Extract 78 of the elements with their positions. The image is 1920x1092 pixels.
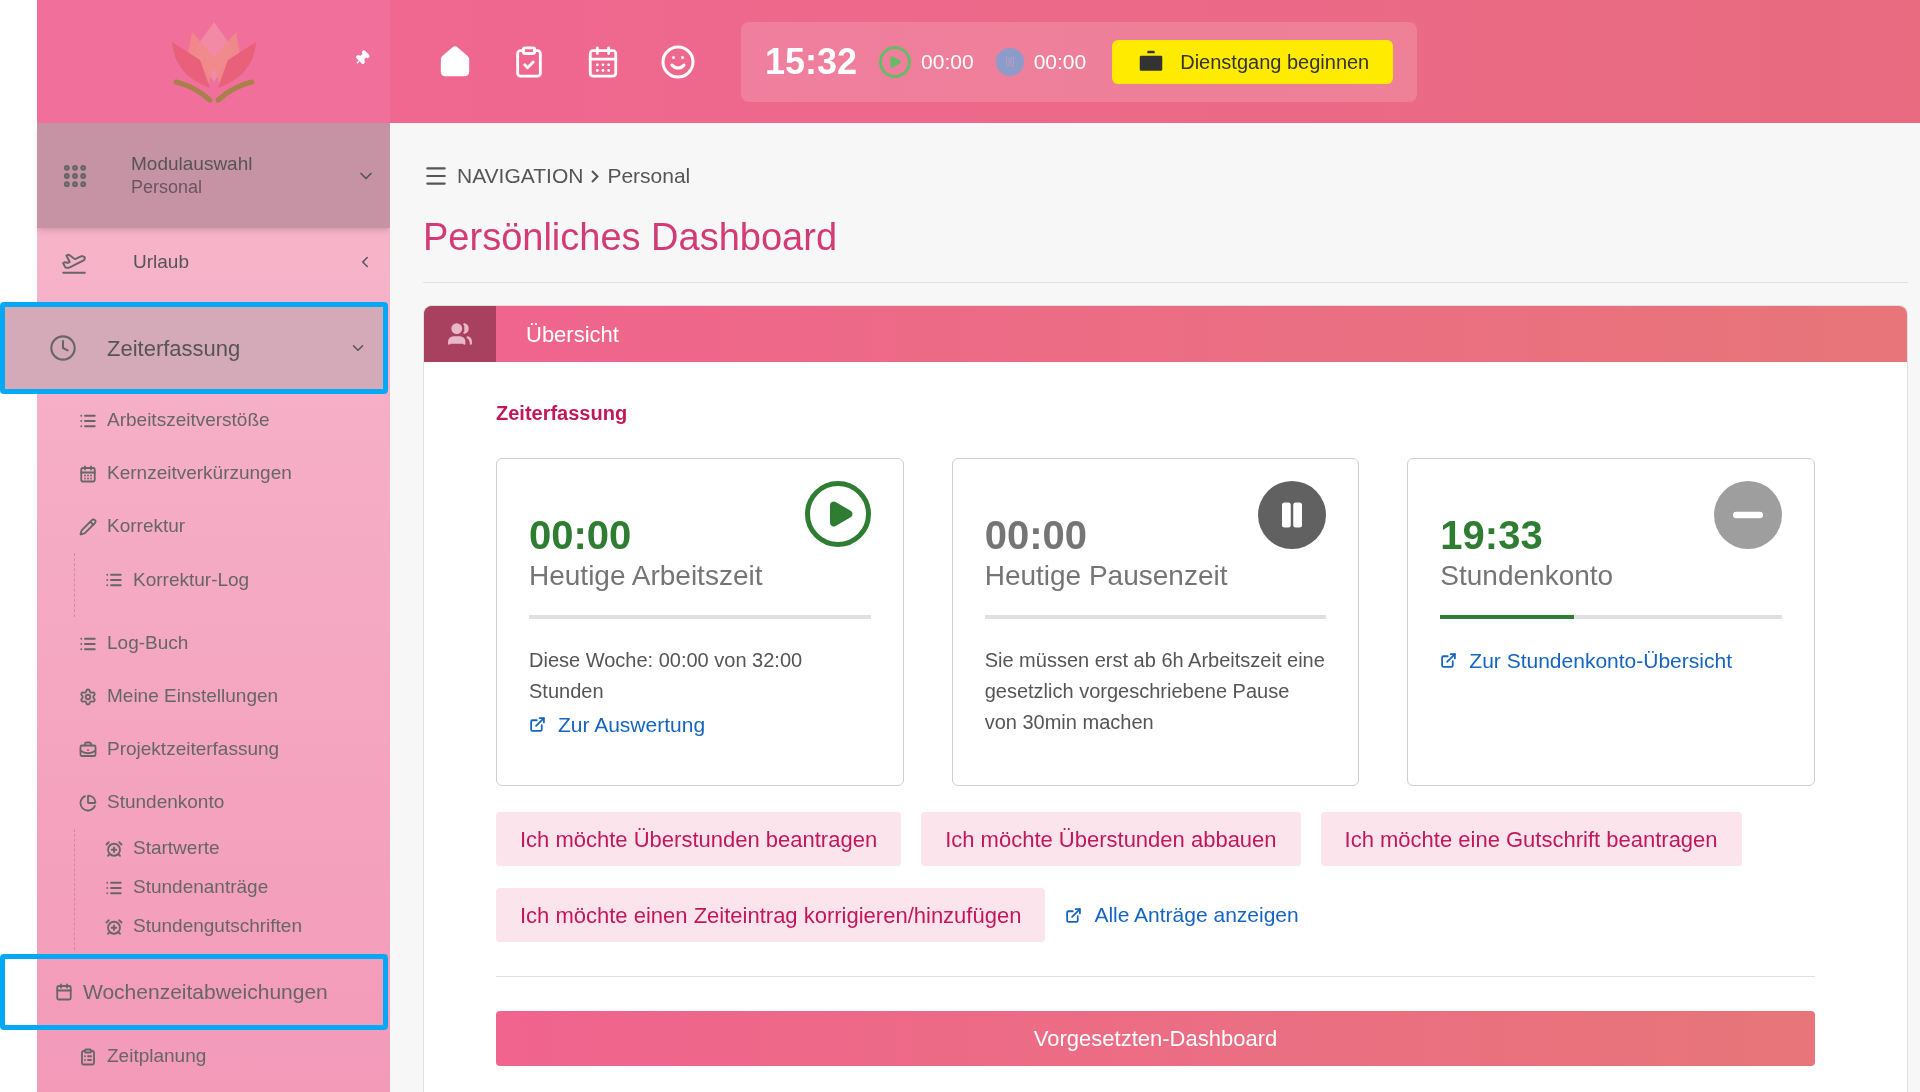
request-button[interactable]: Ich möchte einen Zeiteintrag korrigieren/hinzufügen bbox=[496, 888, 1046, 942]
users-icon bbox=[447, 321, 473, 347]
play-icon[interactable] bbox=[804, 481, 871, 547]
stat-link[interactable]: Zur Stundenkonto-Übersicht bbox=[1440, 645, 1782, 677]
sidebar-subitem[interactable]: Korrektur-Log bbox=[75, 553, 390, 607]
sidebar-item[interactable]: Zeitplanung bbox=[37, 1030, 390, 1083]
sidebar-item[interactable]: Log-Buch bbox=[37, 617, 390, 670]
item-label: Kernzeitverkürzungen bbox=[107, 461, 292, 486]
pencil-icon bbox=[79, 517, 97, 536]
section-label: Zeiterfassung bbox=[107, 334, 242, 363]
card-title: Übersicht bbox=[526, 320, 619, 349]
sidebar-item[interactable]: Kernzeitverkürzungen bbox=[37, 447, 390, 500]
external-link-icon bbox=[1440, 652, 1458, 670]
sidebar-item[interactable]: Wochenzeitabweichungen bbox=[0, 954, 388, 1030]
calendar-icon bbox=[79, 464, 97, 483]
module-subtitle: Personal bbox=[131, 176, 204, 199]
item-label: Stundengutschriften bbox=[133, 914, 302, 939]
external-link-icon bbox=[1065, 906, 1083, 924]
sidebar-item[interactable]: Meine Einstellungen bbox=[37, 670, 390, 723]
item-label: Startwerte bbox=[133, 836, 220, 861]
request-button[interactable]: Ich möchte eine Gutschrift beantragen bbox=[1320, 812, 1742, 866]
external-link-icon bbox=[529, 716, 546, 734]
clipboard-icon bbox=[79, 1047, 97, 1066]
item-label: Zeitplanung bbox=[107, 1044, 207, 1069]
briefcase-icon bbox=[79, 740, 97, 759]
request-button[interactable]: Ich möchte Überstunden abbauen bbox=[921, 812, 1301, 866]
stat-value: 00:00 bbox=[529, 512, 632, 559]
sidebar-section[interactable]: Urlaub bbox=[37, 228, 390, 296]
chevron-right-icon bbox=[591, 169, 600, 183]
work-timer: 00:00 bbox=[921, 48, 974, 75]
item-label: Projektzeiterfassung bbox=[107, 737, 280, 762]
item-label: Stundenanträge bbox=[133, 875, 269, 900]
section-label: Urlaub bbox=[133, 249, 190, 274]
section-title: Zeiterfassung bbox=[496, 401, 629, 426]
sidebar-item[interactable]: Korrektur bbox=[37, 500, 390, 553]
sidebar-section[interactable]: Zeiterfassung bbox=[0, 302, 388, 394]
sidebar-item[interactable]: Projektzeiterfassung bbox=[37, 723, 390, 776]
item-label: Arbeitszeitverstöße bbox=[107, 408, 270, 433]
stat-label: Stundenkonto bbox=[1440, 559, 1615, 593]
list-icon bbox=[105, 571, 123, 589]
sidebar-subitem[interactable]: Stundenanträge bbox=[75, 868, 390, 907]
stat-description: Diese Woche: 00:00 von 32:00 Stunden bbox=[529, 648, 804, 704]
sidebar-subitem[interactable]: Startwerte bbox=[75, 829, 390, 868]
alarm-clock-icon bbox=[105, 917, 123, 936]
alarm-clock-icon bbox=[105, 839, 123, 858]
gear-icon bbox=[79, 687, 97, 706]
sidebar-item[interactable]: Stundenkonto bbox=[37, 776, 390, 829]
supervisor-dashboard-button[interactable]: Vorgesetzten-Dashboard bbox=[496, 1011, 1815, 1066]
home-icon[interactable] bbox=[438, 44, 472, 79]
all-requests-link[interactable]: Alle Anträge anzeigen bbox=[1065, 899, 1299, 931]
item-label: Log-Buch bbox=[107, 631, 189, 656]
stat-label: Heutige Arbeitszeit bbox=[529, 559, 764, 593]
breadcrumb-item: Personal bbox=[607, 163, 691, 190]
business-trip-button[interactable]: Dienstgang beginnen bbox=[1112, 39, 1394, 84]
module-title: Modulauswahl bbox=[131, 152, 254, 177]
module-selector[interactable]: Modulauswahl Personal bbox=[37, 123, 390, 228]
pie-chart-icon bbox=[79, 793, 97, 812]
sidebar-subitem[interactable]: Stundengutschriften bbox=[75, 907, 390, 946]
stat-link[interactable]: Zur Auswertung bbox=[529, 709, 871, 741]
request-button[interactable]: Ich möchte Überstunden beantragen bbox=[496, 812, 902, 866]
face-icon[interactable] bbox=[660, 43, 696, 80]
pause-timer: 00:00 bbox=[1033, 48, 1087, 75]
clock-icon bbox=[49, 334, 77, 362]
breadcrumb-item[interactable]: NAVIGATION bbox=[457, 160, 584, 192]
stat-value: 00:00 bbox=[984, 512, 1087, 559]
item-label: Korrektur-Log bbox=[133, 567, 250, 592]
stat-label: Heutige Pausenzeit bbox=[984, 559, 1229, 593]
item-label: Stundenkonto bbox=[107, 790, 225, 815]
item-label: Meine Einstellungen bbox=[107, 684, 279, 709]
stat-description: Sie müssen erst ab 6h Arbeitszeit eine gesetzlich vorgeschriebene Pause von 30min machen bbox=[984, 648, 1326, 735]
item-label: Korrektur bbox=[107, 514, 186, 539]
item-label: Wochenzeitabweichungen bbox=[83, 979, 328, 1006]
sidebar-item[interactable]: Arbeitszeitverstöße bbox=[37, 394, 390, 447]
current-time: 15:32 bbox=[765, 39, 858, 84]
stat-value: 19:33 bbox=[1440, 512, 1543, 559]
calendar-icon[interactable] bbox=[586, 44, 620, 79]
calendar-icon bbox=[55, 983, 73, 1001]
page-title: Persönliches Dashboard bbox=[423, 209, 1908, 283]
